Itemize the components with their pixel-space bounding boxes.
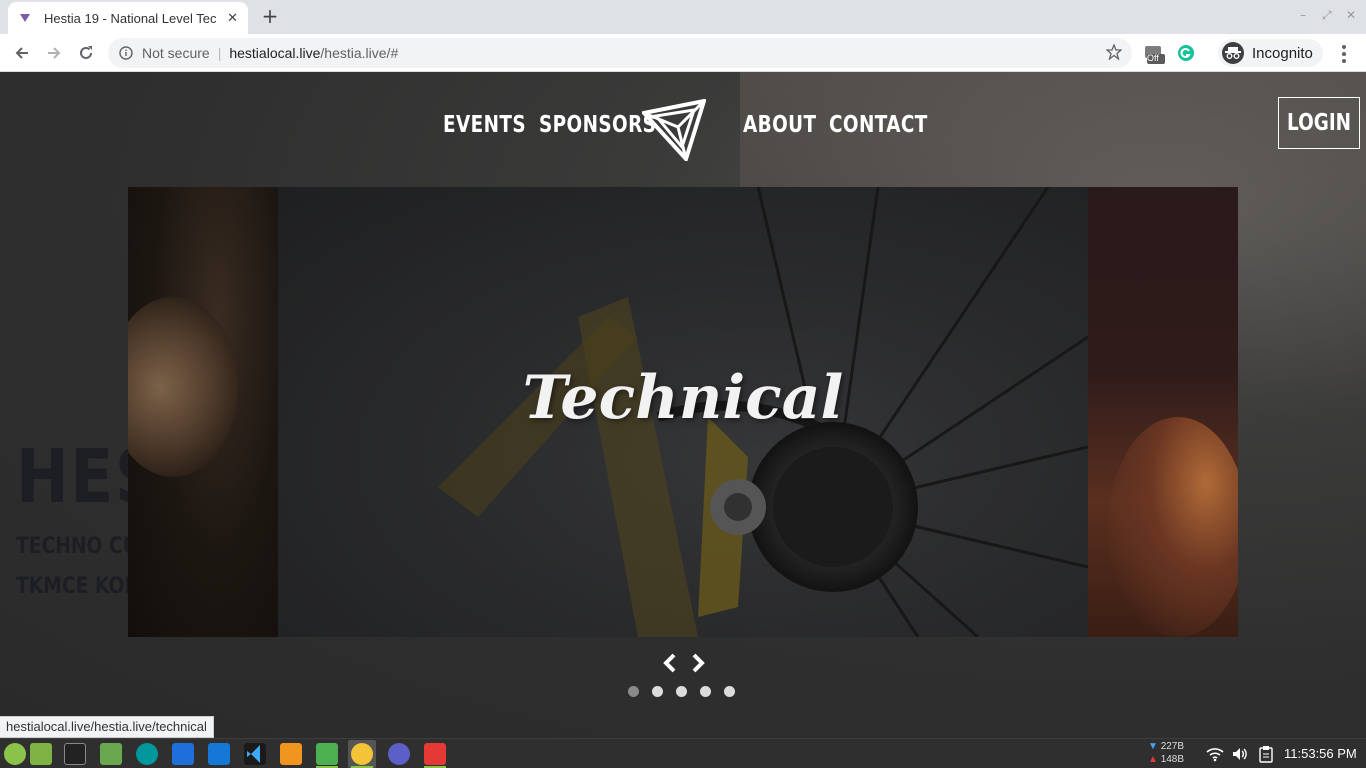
upload-arrow-icon: ▼	[1148, 741, 1158, 752]
teams-icon[interactable]	[388, 743, 410, 765]
clipboard-icon[interactable]	[1257, 745, 1275, 763]
prev-slide-image	[128, 297, 238, 477]
net-upload-value: 227B	[1160, 741, 1185, 752]
reload-icon	[80, 46, 92, 59]
nav-events[interactable]: EVENTS	[443, 112, 526, 138]
extension-off-badge: Off	[1147, 53, 1159, 63]
nav-about[interactable]: ABOUT	[743, 112, 816, 138]
volume-icon[interactable]	[1231, 745, 1249, 763]
address-bar[interactable]: Not secure | hestialocal.live /hestia.li…	[108, 38, 1132, 68]
file-manager-icon[interactable]	[100, 743, 122, 765]
security-label: Not secure	[142, 45, 210, 61]
info-icon[interactable]	[118, 45, 134, 61]
nav-contact[interactable]: CONTACT	[829, 112, 928, 138]
arduino-icon[interactable]	[136, 743, 158, 765]
net-download-value: 148B	[1160, 754, 1185, 765]
android-studio-icon[interactable]	[316, 743, 338, 765]
tab-close-icon[interactable]: ✕	[227, 11, 238, 26]
url-host: hestialocal.live	[229, 45, 321, 61]
tab-title: Hestia 19 - National Level Tec	[44, 10, 217, 26]
hestia-favicon-icon	[18, 11, 32, 25]
carousel-next-arrow-icon[interactable]	[688, 652, 708, 674]
maximize-icon[interactable]: ⤢	[1322, 8, 1332, 23]
download-arrow-icon: ▲	[1148, 754, 1158, 765]
carousel-dot[interactable]	[724, 686, 735, 697]
browser-menu-icon[interactable]	[1336, 44, 1352, 64]
forward-arrow-icon	[48, 47, 61, 59]
separator: |	[217, 45, 222, 61]
mint-menu-icon[interactable]	[4, 743, 26, 765]
login-label: LOGIN	[1286, 110, 1352, 136]
carousel-dots	[628, 686, 748, 697]
grammarly-icon[interactable]	[1175, 42, 1197, 64]
url-path: /hestia.live/#	[320, 45, 399, 61]
forward-button[interactable]	[41, 40, 67, 66]
incognito-indicator[interactable]: Incognito	[1218, 39, 1323, 67]
next-slide-image	[1108, 417, 1238, 637]
carousel-active-slide[interactable]: Technical	[278, 187, 1088, 637]
browser-toolbar: Not secure | hestialocal.live /hestia.li…	[0, 34, 1366, 72]
vscode-icon[interactable]	[244, 743, 266, 765]
web-page: HESTIA 19 TECHNO CULTURAL FEST TKMCE KOL…	[0, 72, 1366, 738]
nav-sponsors[interactable]: SPONSORS	[539, 112, 656, 138]
browser-tabbar: Hestia 19 - National Level Tec ✕ + – ⤢ ✕	[0, 0, 1366, 34]
carousel-prev-slide[interactable]	[128, 187, 278, 637]
chrome-window-icon[interactable]	[351, 743, 373, 765]
slide-title: Technical	[522, 363, 844, 433]
reload-button[interactable]	[73, 40, 99, 66]
incognito-label: Incognito	[1252, 44, 1313, 62]
event-carousel: Technical	[128, 187, 1238, 637]
system-clock[interactable]: 11:53:56 PM	[1284, 746, 1357, 761]
back-arrow-icon	[15, 47, 28, 59]
clion-icon[interactable]	[172, 743, 194, 765]
webstorm-icon[interactable]	[208, 743, 230, 765]
login-button[interactable]: LOGIN	[1278, 97, 1360, 149]
carousel-next-slide[interactable]	[1088, 187, 1238, 637]
carousel-prev-arrow-icon[interactable]	[660, 652, 680, 674]
back-button[interactable]	[9, 40, 35, 66]
sublime-text-icon[interactable]	[280, 743, 302, 765]
link-status-bar: hestialocal.live/hestia.live/technical	[0, 716, 214, 738]
close-window-icon[interactable]: ✕	[1346, 8, 1356, 22]
hestia-logo-icon[interactable]	[640, 98, 707, 163]
new-tab-button[interactable]: +	[258, 5, 282, 29]
bookmark-star-icon[interactable]	[1105, 43, 1123, 63]
incognito-app-icon[interactable]	[424, 743, 446, 765]
show-desktop-icon[interactable]	[30, 743, 52, 765]
wifi-icon[interactable]	[1206, 745, 1224, 763]
carousel-dot[interactable]	[676, 686, 687, 697]
carousel-dot[interactable]	[652, 686, 663, 697]
browser-tab[interactable]: Hestia 19 - National Level Tec ✕	[8, 2, 248, 34]
minimize-icon[interactable]: –	[1300, 8, 1306, 22]
net-download: ▲ 148B	[1148, 754, 1184, 765]
extension-off-icon[interactable]: Off	[1143, 42, 1165, 64]
incognito-icon	[1222, 42, 1244, 64]
net-upload: ▼ 227B	[1148, 741, 1184, 752]
terminal-icon[interactable]	[64, 743, 86, 765]
carousel-dot[interactable]	[628, 686, 639, 697]
os-taskbar: ▼ 227B ▲ 148B 11:53:56 PM	[0, 738, 1366, 768]
carousel-dot[interactable]	[700, 686, 711, 697]
